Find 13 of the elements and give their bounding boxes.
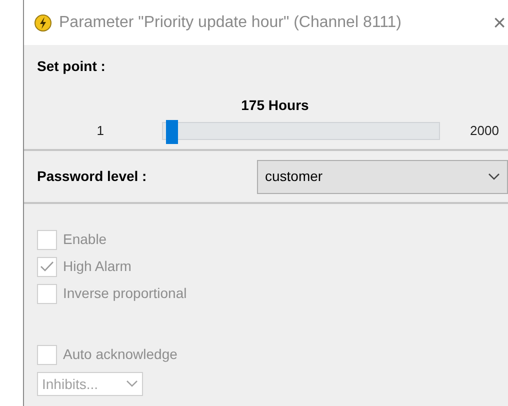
slider-min-label: 1 xyxy=(96,122,104,140)
chevron-down-icon xyxy=(488,172,500,180)
check-icon xyxy=(40,261,54,272)
window-title: Parameter "Priority update hour" (Channel 8111) xyxy=(59,12,402,32)
password-level-dropdown[interactable]: customer xyxy=(257,160,508,194)
chevron-down-icon xyxy=(126,380,138,388)
password-level-label: Password level : xyxy=(37,167,148,186)
slider-thumb[interactable] xyxy=(166,120,178,144)
slider-max-label: 2000 xyxy=(470,122,499,140)
lightning-bolt-icon xyxy=(34,14,52,32)
close-button[interactable]: × xyxy=(487,12,508,34)
slider-reading: 175 Hours xyxy=(241,96,309,115)
set-point-label: Set point : xyxy=(37,58,106,74)
